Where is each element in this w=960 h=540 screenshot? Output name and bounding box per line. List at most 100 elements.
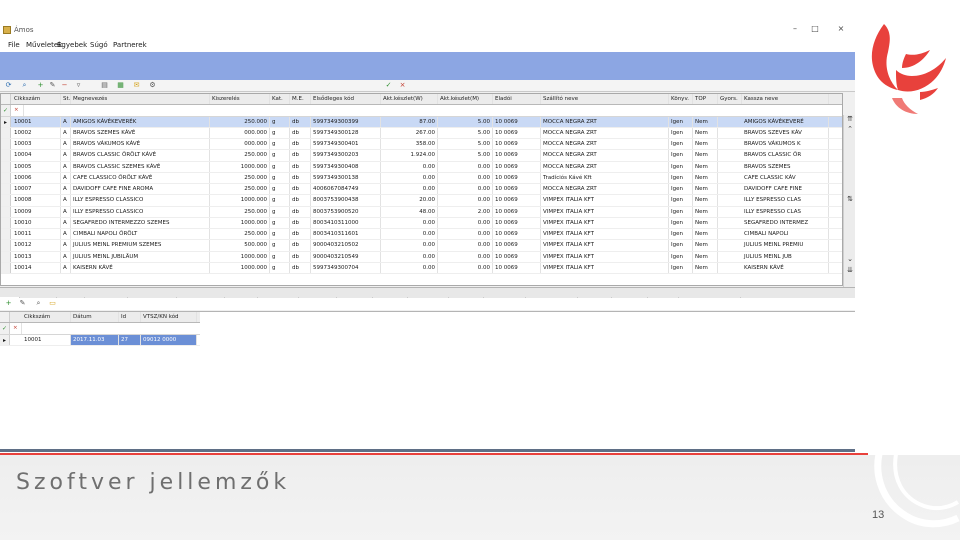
table-cell[interactable]: 10007 bbox=[12, 184, 61, 195]
table-cell[interactable]: A bbox=[61, 161, 71, 172]
table-cell[interactable]: BRAVOS CLASSIC ŐR bbox=[742, 150, 829, 161]
table-cell[interactable]: BRAVOS CLASSIC ŐRÖLT KÁVÉ bbox=[71, 150, 210, 161]
table-cell[interactable]: 9000403210549 bbox=[311, 251, 381, 262]
table-cell[interactable]: 0.00 bbox=[438, 262, 493, 273]
table-row[interactable]: 10012 A JULIUS MEINL PREMIUM SZEMES 500.000… bbox=[1, 240, 842, 252]
table-cell[interactable]: 000.000 bbox=[210, 139, 270, 150]
table-cell[interactable]: Nem bbox=[693, 150, 718, 161]
row-header[interactable] bbox=[1, 206, 11, 217]
table-cell[interactable]: 10 0069 bbox=[493, 150, 541, 161]
table-cell[interactable]: Nem bbox=[693, 116, 718, 127]
table-cell[interactable]: 10010 bbox=[12, 217, 61, 228]
row-header[interactable] bbox=[1, 94, 11, 105]
clear-filter-icon[interactable]: × bbox=[12, 105, 24, 116]
table-cell[interactable]: VIMPEX ITALIA KFT bbox=[541, 229, 669, 240]
table-cell[interactable]: 5.00 bbox=[438, 150, 493, 161]
table-cell[interactable]: JULIUS MEINL JUBILÄUM bbox=[71, 251, 210, 262]
table-cell[interactable]: db bbox=[290, 206, 311, 217]
settings-icon[interactable]: ⚙ bbox=[148, 81, 157, 90]
table-cell[interactable]: MOCCA NEGRA ZRT bbox=[541, 139, 669, 150]
table-row[interactable]: 10007 A DAVIDOFF CAFE FINE AROMA 250.000 g db… bbox=[1, 184, 842, 196]
table-cell[interactable]: 0.00 bbox=[381, 251, 438, 262]
table-cell[interactable]: 10002 bbox=[12, 127, 61, 138]
table-cell[interactable]: g bbox=[270, 206, 290, 217]
table-cell[interactable]: db bbox=[290, 139, 311, 150]
table-cell[interactable]: ILLY ESPRESSO CLASSICO bbox=[71, 206, 210, 217]
table-cell[interactable]: BRAVOS VÁKUMOS KÁVÉ bbox=[71, 139, 210, 150]
row-header[interactable] bbox=[1, 172, 11, 183]
table-cell[interactable]: db bbox=[290, 229, 311, 240]
table-cell[interactable]: 5997349300138 bbox=[311, 172, 381, 183]
menu-file[interactable]: File bbox=[8, 41, 20, 49]
table-cell[interactable]: 5997349300203 bbox=[311, 150, 381, 161]
edit-icon[interactable]: ✎ bbox=[48, 81, 57, 90]
table-cell[interactable]: g bbox=[270, 172, 290, 183]
table-row[interactable]: 10014 A KAISERN KÁVÉ 1000.000 g db 59973493007… bbox=[1, 262, 842, 274]
column-header[interactable]: Akt.készlet(M) bbox=[438, 94, 493, 105]
table-cell[interactable]: Nem bbox=[693, 139, 718, 150]
table-cell[interactable]: g bbox=[270, 195, 290, 206]
table-cell[interactable]: SEGAFREDO INTERMEZZO SZEMES bbox=[71, 217, 210, 228]
table-cell[interactable]: 10006 bbox=[12, 172, 61, 183]
row-header[interactable] bbox=[1, 195, 11, 206]
table-cell[interactable]: 250.000 bbox=[210, 184, 270, 195]
table-cell[interactable]: 10005 bbox=[12, 161, 61, 172]
column-header[interactable]: VTSZ/KN kód bbox=[141, 312, 197, 323]
table-cell[interactable]: ILLY ESPRESSO CLASSICO bbox=[71, 195, 210, 206]
table-cell[interactable]: 250.000 bbox=[210, 172, 270, 183]
table-cell[interactable]: g bbox=[270, 184, 290, 195]
scroll-down-icon[interactable]: ⌄ bbox=[845, 255, 855, 264]
add-icon[interactable]: + bbox=[36, 81, 45, 90]
table-cell[interactable]: 10 0069 bbox=[493, 217, 541, 228]
table-cell[interactable]: db bbox=[290, 184, 311, 195]
edit-detail-icon[interactable]: ✎ bbox=[18, 299, 27, 308]
table-cell[interactable]: BRAVOS SZEMES KÁVÉ bbox=[71, 127, 210, 138]
table-cell[interactable]: CAFE CLASSICO ŐRÖLT KÁVÉ bbox=[71, 172, 210, 183]
row-header[interactable] bbox=[1, 217, 11, 228]
table-cell[interactable]: JULIUS MEINL PREMIUM SZEMES bbox=[71, 240, 210, 251]
mail-icon[interactable]: ✉ bbox=[132, 81, 141, 90]
table-cell[interactable]: 5997349300401 bbox=[311, 139, 381, 150]
table-cell[interactable]: Igen bbox=[669, 206, 693, 217]
table-row[interactable]: 10010 A SEGAFREDO INTERMEZZO SZEMES 1000.00… bbox=[1, 217, 842, 229]
clear-filter-icon[interactable]: × bbox=[11, 323, 22, 334]
table-cell[interactable]: VIMPEX ITALIA KFT bbox=[541, 206, 669, 217]
table-cell[interactable]: Igen bbox=[669, 229, 693, 240]
table-cell[interactable]: 250.000 bbox=[210, 150, 270, 161]
filter-check-icon[interactable]: ✓ bbox=[1, 105, 11, 116]
table-cell[interactable]: Igen bbox=[669, 251, 693, 262]
row-header[interactable] bbox=[1, 150, 11, 161]
table-cell[interactable]: 10 0069 bbox=[493, 240, 541, 251]
table-cell[interactable]: 250.000 bbox=[210, 206, 270, 217]
table-cell[interactable]: 10 0069 bbox=[493, 139, 541, 150]
table-cell[interactable]: Nem bbox=[693, 172, 718, 183]
table-cell[interactable]: 2017.11.03 bbox=[71, 334, 119, 345]
menu-egyebek[interactable]: Egyebek bbox=[57, 41, 87, 49]
close-window-button[interactable]: × bbox=[834, 24, 848, 36]
column-header[interactable]: Akt.készlet(W) bbox=[381, 94, 438, 105]
table-cell[interactable]: 10001 bbox=[12, 116, 61, 127]
table-cell[interactable]: BRAVOS VÁKUMOS K bbox=[742, 139, 829, 150]
table-cell[interactable]: 5997349300399 bbox=[311, 116, 381, 127]
table-cell[interactable]: g bbox=[270, 240, 290, 251]
table-cell[interactable]: Igen bbox=[669, 240, 693, 251]
table-row[interactable]: ▸ 10001 A AMIGOS KÁVÉKEVERÉK 250.000 g db 59973… bbox=[1, 116, 842, 128]
table-cell[interactable]: A bbox=[61, 206, 71, 217]
folder-icon[interactable]: ▭ bbox=[48, 299, 57, 308]
table-row[interactable]: ▸ 10001 2017.11.03 27 09012 0000 bbox=[0, 334, 200, 346]
table-cell[interactable]: 10 0069 bbox=[493, 262, 541, 273]
table-cell[interactable]: 250.000 bbox=[210, 229, 270, 240]
table-row[interactable]: 10002 A BRAVOS SZEMES KÁVÉ 000.000 g db 599734… bbox=[1, 127, 842, 139]
table-cell[interactable]: 10 0069 bbox=[493, 195, 541, 206]
table-cell[interactable]: 10001 bbox=[22, 334, 71, 345]
minimize-button[interactable]: – bbox=[788, 24, 802, 36]
table-cell[interactable]: 0.00 bbox=[438, 229, 493, 240]
table-cell[interactable]: Igen bbox=[669, 161, 693, 172]
row-header[interactable] bbox=[1, 262, 11, 273]
table-cell[interactable]: SEGAFREDO INTERMEZ bbox=[742, 217, 829, 228]
table-cell[interactable]: Nem bbox=[693, 229, 718, 240]
column-header[interactable]: Id bbox=[119, 312, 141, 323]
table-cell[interactable]: g bbox=[270, 217, 290, 228]
table-cell[interactable]: db bbox=[290, 172, 311, 183]
table-cell[interactable]: g bbox=[270, 139, 290, 150]
